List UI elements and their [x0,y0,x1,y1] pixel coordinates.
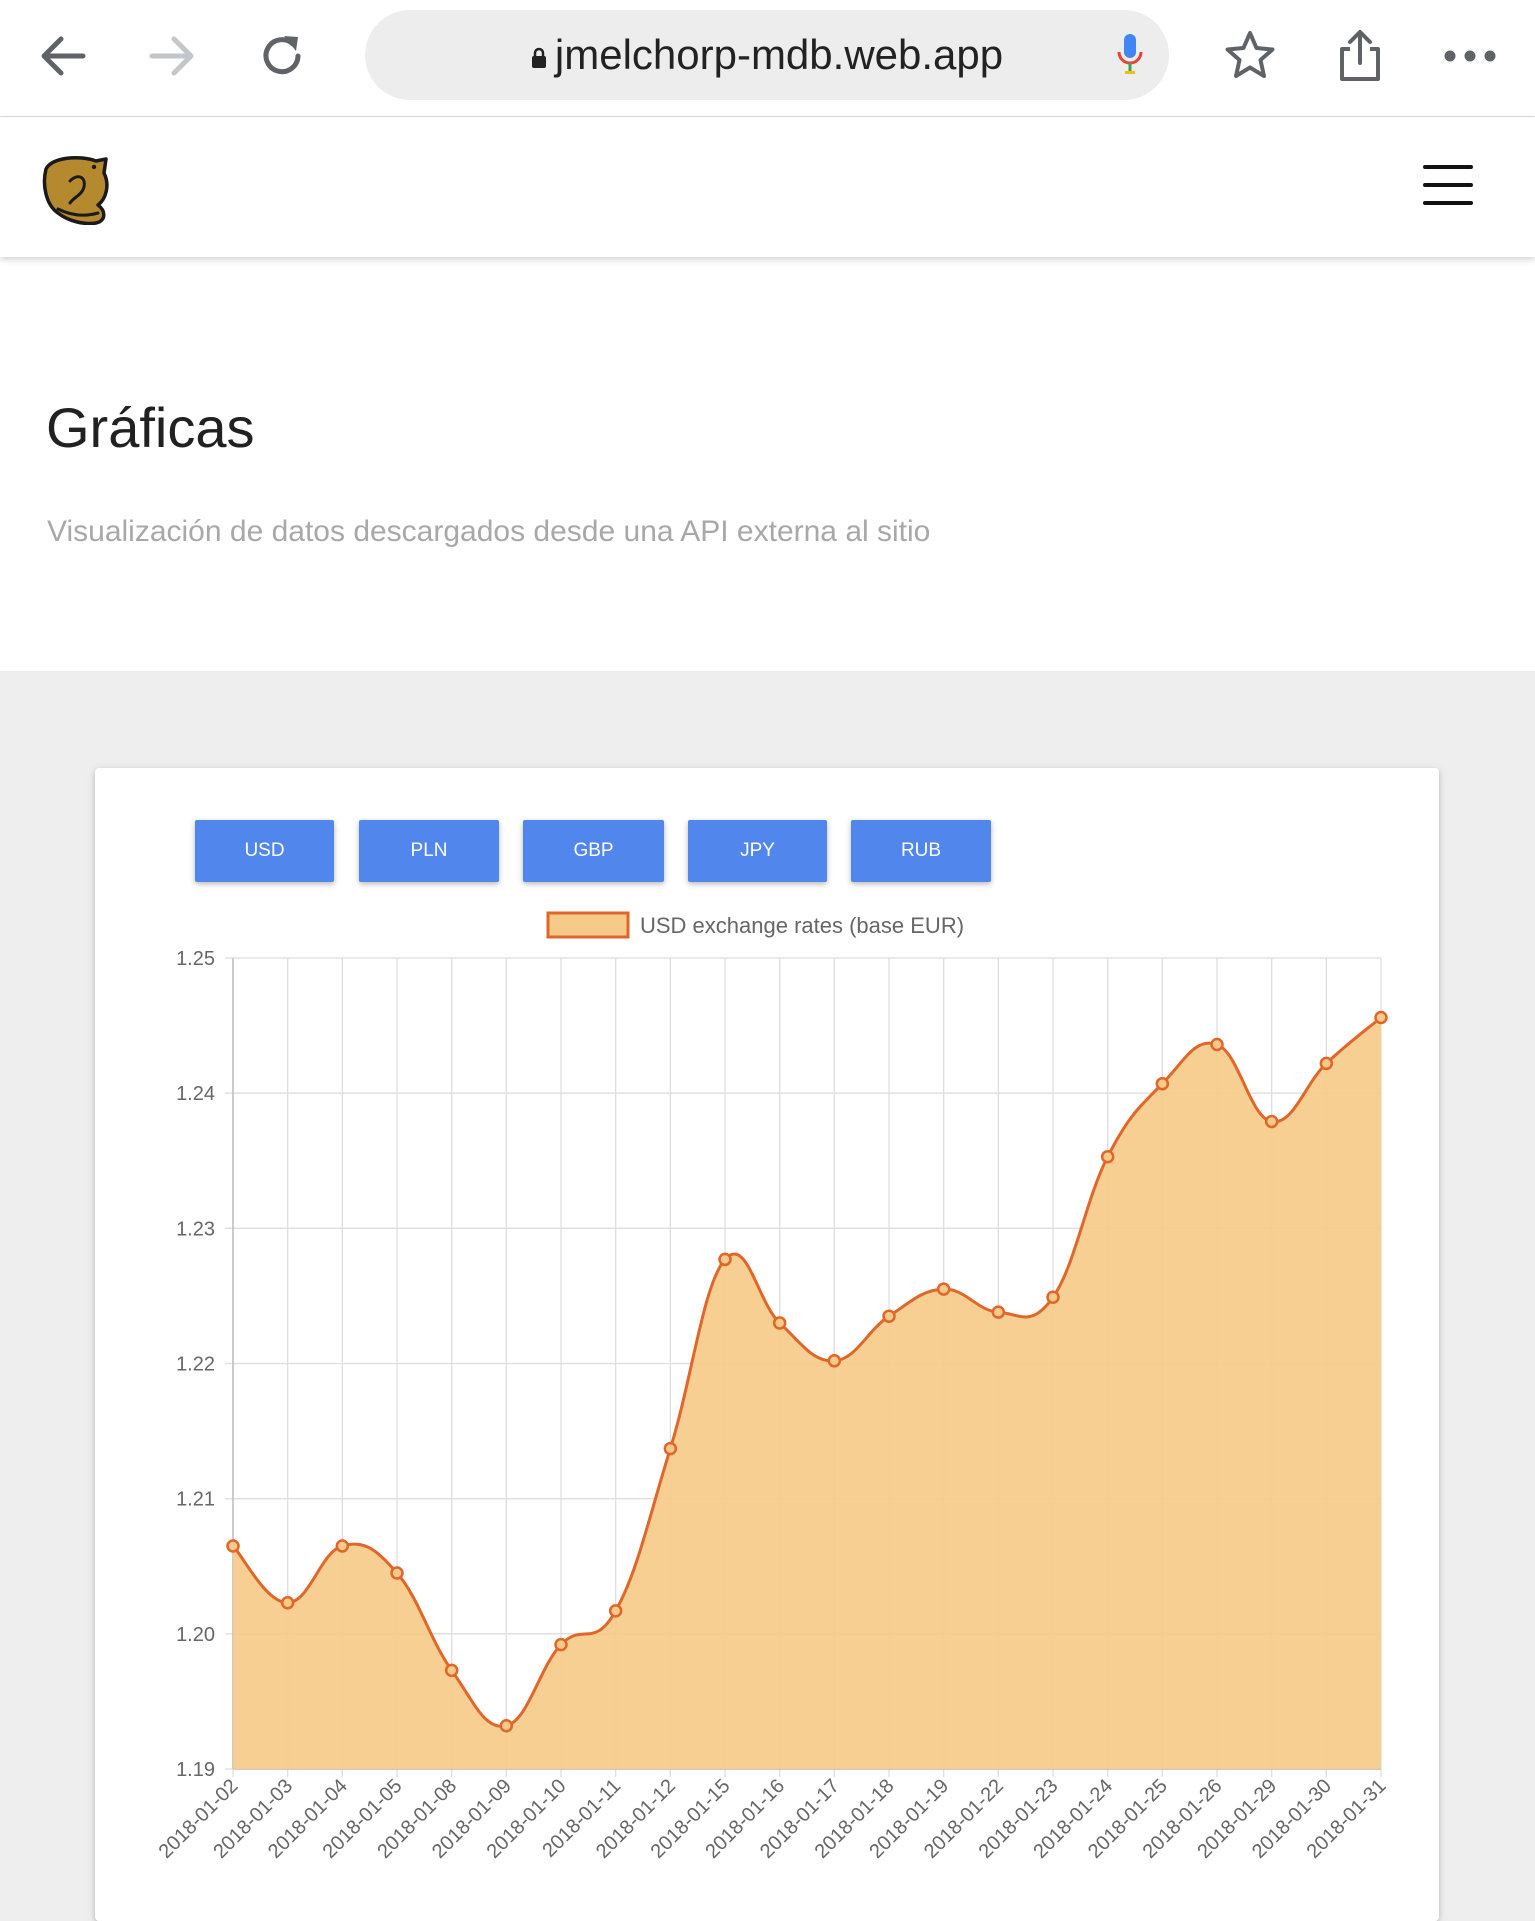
exchange-rate-chart: 1.251.241.231.221.211.201.192018-01-0220… [155,911,1391,1863]
back-button[interactable] [33,26,93,86]
more-options-button[interactable] [1440,26,1500,86]
back-arrow-icon [41,36,86,76]
forward-arrow-icon [149,36,194,76]
data-point [1374,1010,1388,1025]
data-point [1264,1114,1279,1129]
site-logo[interactable] [40,151,112,230]
data-point [1319,1056,1334,1071]
microphone-icon[interactable] [1115,32,1145,78]
data-point [827,1354,842,1368]
site-navbar [0,117,1535,257]
legend-swatch [546,911,630,939]
data-point [882,1309,896,1323]
reload-icon [263,36,301,75]
data-point [1100,1149,1115,1164]
y-tick-label: 1.23 [176,1218,215,1240]
data-point [226,1539,240,1553]
y-tick-label: 1.24 [176,1083,215,1105]
data-point [280,1595,295,1610]
y-tick-label: 1.19 [176,1759,215,1781]
hamburger-menu-button[interactable] [1423,165,1479,209]
series-area-fill [233,1017,1381,1769]
beaver-logo-icon [42,155,109,226]
y-tick-label: 1.21 [176,1489,215,1511]
menu-icon [1423,165,1473,169]
data-point [444,1663,459,1678]
bookmark-button[interactable] [1220,26,1280,86]
chart-card: USD PLN GBP JPY RUB 1.25 1.24 1.23 1.22 1.21… [95,768,1439,1921]
data-point [608,1604,623,1618]
legend-label: USD exchange rates (base EUR) [640,913,964,938]
data-point [390,1566,404,1580]
star-icon [1225,31,1275,78]
page-title: Gráficas [46,396,255,459]
y-tick-label: 1.20 [176,1624,215,1646]
share-button[interactable] [1330,26,1390,86]
data-point [554,1637,568,1652]
browser-toolbar: jmelchorp-mdb.web.app [0,0,1535,117]
data-point [991,1305,1006,1319]
data-point [936,1282,951,1296]
data-point [1046,1290,1060,1305]
lock-icon [531,47,546,68]
more-dots-icon [1444,50,1496,62]
data-point [772,1316,787,1330]
forward-button[interactable] [142,26,202,86]
y-tick-label: 1.25 [176,948,215,970]
url-text: jmelchorp-mdb.web.app [554,31,1004,78]
data-point [1210,1037,1224,1052]
data-point [663,1441,678,1456]
data-point [1155,1076,1170,1091]
data-point [335,1539,350,1553]
address-bar[interactable]: jmelchorp-mdb.web.app [365,10,1169,100]
data-point [718,1252,732,1267]
share-icon [1340,30,1380,81]
reload-button[interactable] [252,26,312,86]
page-subtitle: Visualización de datos descargados desde… [47,515,931,548]
data-point [499,1718,514,1733]
y-tick-label: 1.22 [176,1354,215,1376]
